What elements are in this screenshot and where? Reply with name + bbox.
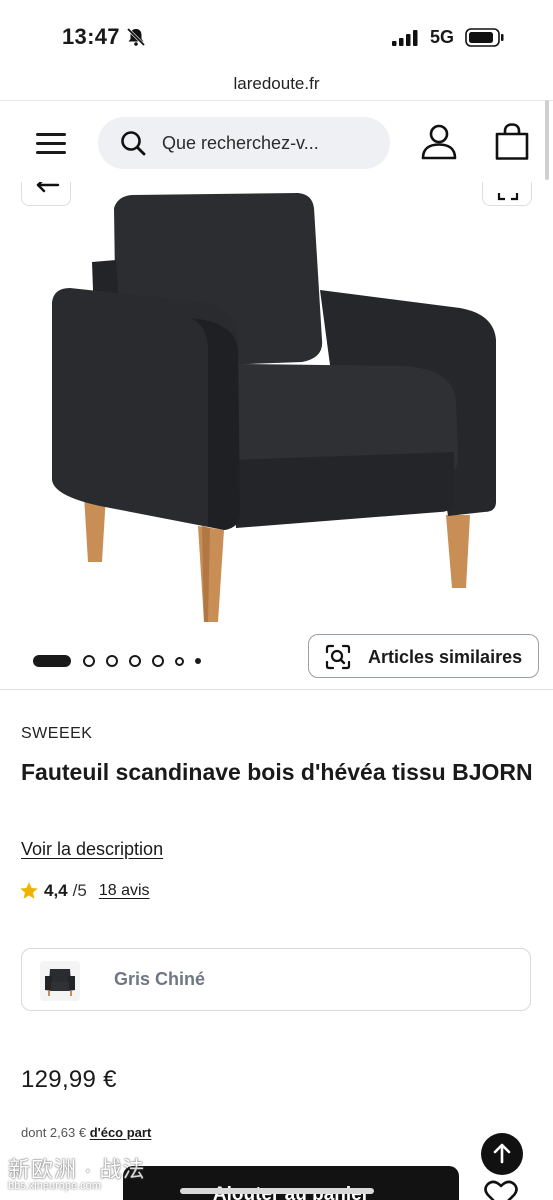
product-rating[interactable]: 4,4 /5 18 avis	[19, 879, 150, 903]
scroll-to-top-button[interactable]	[481, 1133, 523, 1175]
carousel-dot[interactable]	[83, 655, 95, 667]
site-header: Que recherchez-v...	[0, 100, 553, 182]
star-icon	[20, 882, 38, 899]
visual-search-icon	[325, 644, 351, 670]
browser-url[interactable]: laredoute.fr	[0, 74, 553, 94]
arrow-up-icon	[493, 1143, 511, 1164]
user-icon[interactable]	[420, 123, 458, 161]
reviews-link[interactable]: 18 avis	[99, 882, 150, 900]
similar-articles-label: Articles similaires	[368, 647, 523, 667]
carousel-dot[interactable]	[152, 655, 164, 667]
bag-icon[interactable]	[494, 123, 530, 161]
product-gallery[interactable]: Articles similaires	[0, 182, 553, 689]
scrollbar[interactable]	[545, 100, 549, 180]
search-input[interactable]: Que recherchez-v...	[162, 133, 319, 154]
product-price: 129,99 €	[21, 1066, 117, 1093]
network-type: 5G	[430, 27, 455, 47]
carousel-dot[interactable]	[106, 655, 118, 667]
carousel-dot[interactable]	[129, 655, 141, 667]
watermark-subtitle: bbs.xineurope.com	[8, 1180, 101, 1192]
color-variant-selector[interactable]: Gris Chiné	[21, 948, 531, 1011]
product-image	[52, 193, 496, 622]
rating-value: 4,4	[44, 881, 68, 900]
rating-max: /5	[72, 881, 87, 900]
similar-articles-button[interactable]: Articles similaires	[308, 634, 539, 678]
product-title: Fauteuil scandinave bois d'hévéa tissu B…	[21, 759, 533, 785]
carousel-dots[interactable]	[33, 654, 212, 668]
carousel-dot-active[interactable]	[33, 655, 71, 667]
divider	[0, 689, 553, 690]
search-bar[interactable]: Que recherchez-v...	[98, 117, 390, 169]
search-icon	[121, 131, 146, 156]
signal-icon	[392, 30, 418, 46]
variant-label: Gris Chiné	[114, 969, 206, 989]
carousel-dot[interactable]	[175, 656, 184, 666]
description-link[interactable]: Voir la description	[21, 839, 163, 860]
watermark: 新欧洲 · 战法 bbs.xineurope.com	[4, 1152, 164, 1200]
eco-part-link[interactable]: d'éco part	[90, 1125, 152, 1140]
status-bar: 13:47 5G laredoute.fr	[0, 0, 553, 93]
menu-icon[interactable]	[36, 133, 66, 155]
home-indicator	[180, 1188, 374, 1194]
battery-icon	[465, 28, 504, 47]
heart-icon[interactable]	[484, 1180, 518, 1200]
variant-thumbnail	[40, 961, 80, 1001]
carousel-dot[interactable]	[195, 658, 201, 664]
product-brand[interactable]: SWEEEK	[21, 725, 92, 743]
eco-amount: dont 2,63 €	[21, 1125, 87, 1140]
add-to-cart-button[interactable]: Ajouter au panier	[123, 1166, 459, 1200]
bell-off-icon	[126, 28, 146, 46]
eco-contribution: dont 2,63 € d'éco part	[21, 1125, 151, 1140]
status-time: 13:47	[62, 24, 120, 49]
